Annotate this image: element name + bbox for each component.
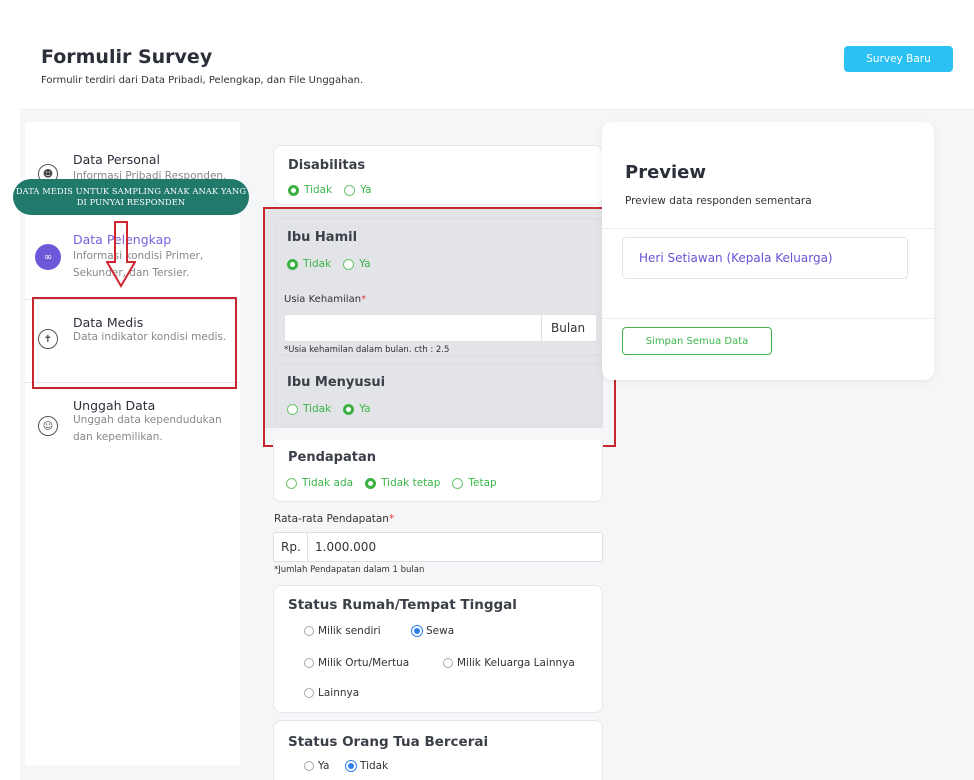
- preview-title: Preview: [625, 162, 707, 183]
- users-icon: ☺: [38, 416, 58, 436]
- radio-selected-icon: [412, 626, 422, 636]
- status-rumah-option-sewa[interactable]: Sewa: [412, 625, 454, 637]
- status-rumah-card: Status Rumah/Tempat Tinggal Milik sendir…: [273, 585, 603, 713]
- sidebar-item-title: Unggah Data: [73, 398, 156, 413]
- preview-subtitle: Preview data responden sementara: [625, 195, 812, 207]
- sidebar-item-desc: Unggah data kependudukan dan kepemilikan…: [73, 414, 222, 443]
- annotation-arrow-icon: [106, 221, 136, 288]
- rata-pendapatan-label: Rata-rata Pendapatan*: [274, 513, 394, 525]
- radio-icon: [286, 477, 297, 489]
- link-icon: ∞: [35, 244, 61, 270]
- radio-icon: [443, 658, 453, 668]
- option-label: Ya: [318, 760, 330, 772]
- option-label: Sewa: [426, 625, 455, 637]
- status-rumah-option-milik-ortu[interactable]: Milik Ortu/Mertua: [304, 657, 409, 669]
- rata-pendapatan-value: 1.000.000: [315, 540, 377, 554]
- pendapatan-title: Pendapatan: [288, 450, 376, 465]
- disabilitas-radio-group: Tidak Ya: [288, 184, 384, 196]
- radio-selected-icon: [288, 184, 299, 196]
- required-mark: *: [388, 513, 395, 525]
- option-label: Milik Ortu/Mertua: [318, 657, 410, 669]
- annotation-callout: DATA MEDIS UNTUK SAMPLING ANAK ANAK YANG…: [13, 179, 249, 215]
- disabilitas-card: Disabilitas Tidak Ya: [273, 145, 603, 205]
- pendapatan-option-tidak-tetap[interactable]: Tidak tetap: [365, 477, 440, 489]
- rata-pendapatan-hint: *Jumlah Pendapatan dalam 1 bulan: [274, 565, 425, 575]
- divider: [307, 533, 308, 561]
- radio-icon: [304, 658, 314, 668]
- status-rumah-title: Status Rumah/Tempat Tinggal: [288, 597, 517, 613]
- status-cerai-card: Status Orang Tua Bercerai Ya Tidak: [273, 720, 603, 780]
- rp-prefix: Rp.: [281, 540, 301, 554]
- status-cerai-option-ya[interactable]: Ya: [304, 760, 329, 772]
- status-rumah-option-lainnya[interactable]: Lainnya: [304, 687, 359, 699]
- sidebar-item-unggah-data[interactable]: ☺ Unggah Data Unggah data kependudukan d…: [25, 398, 240, 458]
- new-survey-button[interactable]: Survey Baru: [844, 46, 953, 72]
- rata-pendapatan-input[interactable]: Rp. 1.000.000: [273, 532, 603, 562]
- radio-icon: [304, 688, 314, 698]
- option-label: Ya: [360, 184, 372, 196]
- annotation-box-medical-fields: [263, 207, 616, 447]
- radio-icon: [344, 184, 356, 196]
- pendapatan-card: Pendapatan Tidak ada Tidak tetap Tetap: [273, 440, 603, 502]
- pendapatan-radio-group: Tidak ada Tidak tetap Tetap: [286, 477, 509, 489]
- option-label: Tidak: [360, 760, 389, 772]
- radio-icon: [304, 761, 314, 771]
- save-all-button[interactable]: Simpan Semua Data: [622, 327, 772, 355]
- pendapatan-option-tidak-ada[interactable]: Tidak ada: [286, 477, 353, 489]
- pendapatan-option-tetap[interactable]: Tetap: [452, 477, 497, 489]
- page-header: Formulir Survey Formulir terdiri dari Da…: [20, 15, 974, 110]
- radio-selected-icon: [346, 761, 356, 771]
- option-label: Tidak tetap: [381, 477, 441, 489]
- disabilitas-title: Disabilitas: [288, 158, 366, 173]
- radio-icon: [304, 626, 314, 636]
- preview-panel: Preview Preview data responden sementara…: [602, 122, 934, 380]
- status-cerai-option-tidak[interactable]: Tidak: [346, 760, 388, 772]
- sidebar-item-desc: Informasi kondisi Primer, Sekunder, dan …: [73, 250, 204, 279]
- divider: [602, 318, 934, 319]
- option-label: Tidak ada: [302, 477, 354, 489]
- disabilitas-option-tidak[interactable]: Tidak: [288, 184, 332, 196]
- label-text: Rata-rata Pendapatan: [274, 513, 389, 525]
- status-rumah-option-milik-keluarga[interactable]: Milik Keluarga Lainnya: [443, 657, 575, 669]
- page-subtitle: Formulir terdiri dari Data Pribadi, Pele…: [41, 75, 364, 86]
- option-label: Tidak: [304, 184, 333, 196]
- radio-selected-icon: [365, 477, 377, 489]
- page-title: Formulir Survey: [41, 46, 213, 68]
- radio-icon: [452, 477, 464, 489]
- disabilitas-option-ya[interactable]: Ya: [344, 184, 372, 196]
- sidebar-item-title: Data Personal: [73, 152, 160, 167]
- option-label: Tetap: [468, 477, 497, 489]
- respondent-item[interactable]: Heri Setiawan (Kepala Keluarga): [622, 237, 908, 279]
- option-label: Milik Keluarga Lainnya: [457, 657, 575, 669]
- divider: [602, 228, 934, 229]
- option-label: Lainnya: [318, 687, 360, 699]
- option-label: Milik sendiri: [318, 625, 381, 637]
- status-rumah-option-milik-sendiri[interactable]: Milik sendiri: [304, 625, 381, 637]
- status-cerai-title: Status Orang Tua Bercerai: [288, 734, 489, 750]
- annotation-box-data-medis: [32, 297, 237, 389]
- steps-sidebar: ☻ Data Personal Informasi Pribadi Respon…: [25, 122, 240, 765]
